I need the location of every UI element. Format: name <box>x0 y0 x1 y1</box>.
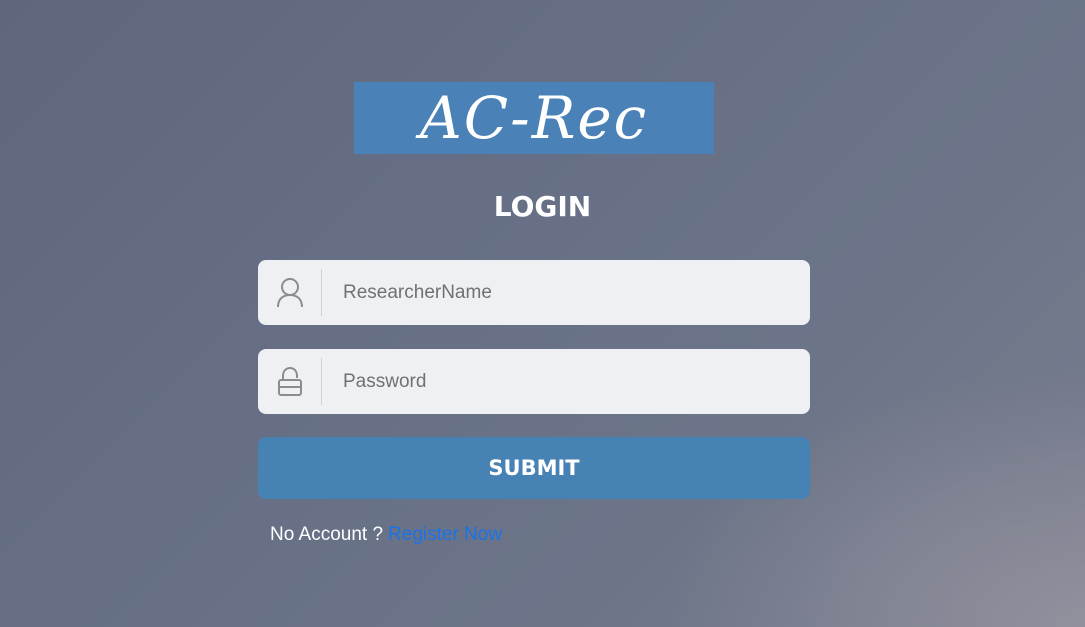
username-input[interactable] <box>322 260 810 325</box>
password-field[interactable] <box>258 349 810 414</box>
lock-icon <box>258 358 322 405</box>
password-input[interactable] <box>322 349 810 414</box>
app-logo: AC-Rec <box>354 82 714 154</box>
register-link[interactable]: Register Now <box>388 524 502 545</box>
submit-button[interactable]: SUBMIT <box>258 437 810 499</box>
user-icon <box>258 269 322 316</box>
page-title: LOGIN <box>493 190 592 223</box>
username-field[interactable] <box>258 260 810 325</box>
no-account-text: No Account ? <box>270 524 384 545</box>
register-row: No Account ? Register Now <box>270 524 502 546</box>
logo-text: AC-Rec <box>419 84 649 152</box>
